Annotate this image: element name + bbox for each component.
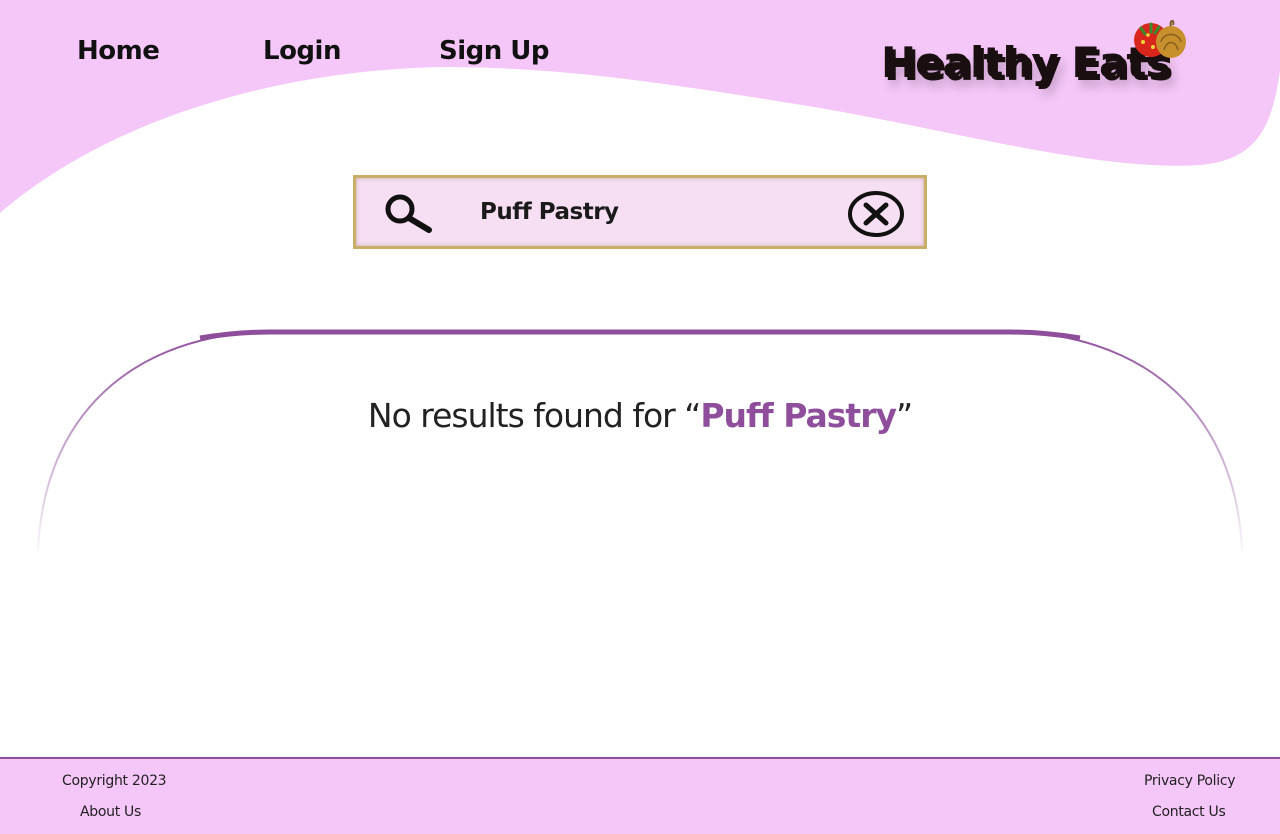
no-results-prefix: No results found for “ xyxy=(367,396,701,435)
footer-about-link[interactable]: About Us xyxy=(80,804,141,820)
nav-home-link[interactable]: Home xyxy=(77,36,160,66)
clear-search-button[interactable] xyxy=(847,190,905,238)
logo-text: Healthy Eats xyxy=(881,38,1170,87)
close-circle-icon xyxy=(848,191,904,237)
search-input[interactable] xyxy=(480,194,840,230)
footer-privacy-link[interactable]: Privacy Policy xyxy=(1144,773,1236,789)
footer: Copyright 2023 About Us Privacy Policy C… xyxy=(0,757,1280,834)
logo[interactable]: Healthy Eats xyxy=(875,18,1215,108)
nav-signup-link[interactable]: Sign Up xyxy=(439,36,550,66)
tomato-onion-icon xyxy=(1134,20,1186,58)
search-bar xyxy=(353,175,927,249)
footer-contact-link[interactable]: Contact Us xyxy=(1152,804,1226,820)
no-results-suffix: ” xyxy=(896,396,913,435)
footer-copyright: Copyright 2023 xyxy=(62,773,167,789)
nav-login-link[interactable]: Login xyxy=(263,36,341,66)
no-results-message: No results found for “Puff Pastry” xyxy=(0,396,1280,435)
search-icon[interactable] xyxy=(382,194,434,234)
no-results-query: Puff Pastry xyxy=(700,396,897,435)
results-container-border xyxy=(37,329,1243,551)
